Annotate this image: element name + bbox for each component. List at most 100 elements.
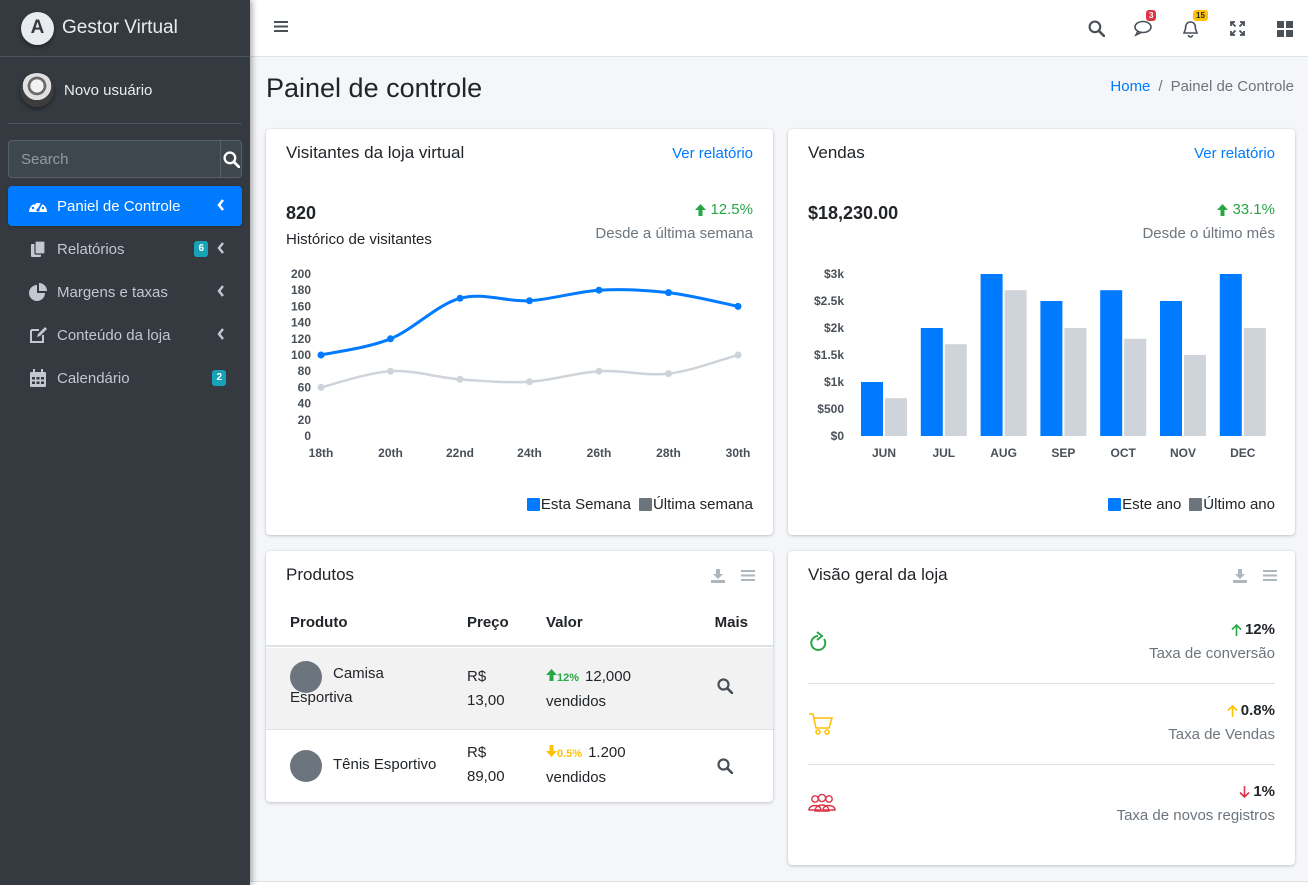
sidebar-item-label: Calendário — [57, 369, 130, 387]
top-navbar: 3 15 — [250, 0, 1308, 57]
value-change: 0.5% — [546, 745, 582, 760]
y-tick-label: $1k — [824, 375, 844, 389]
search-icon[interactable] — [717, 758, 734, 782]
product-price: R$ 13,00 — [467, 668, 505, 709]
visitors-card: Visitantes da loja virtual Ver relatório… — [266, 129, 773, 535]
x-tick-label: 26th — [587, 446, 612, 460]
x-tick-label: AUG — [990, 446, 1017, 460]
bar — [944, 344, 967, 436]
column-header: Mais — [714, 614, 748, 631]
x-tick-label: 30th — [726, 446, 751, 460]
fullscreen-icon[interactable] — [1214, 21, 1261, 36]
bar — [1219, 274, 1242, 436]
chevron-left-icon — [216, 198, 226, 216]
y-tick-label: 200 — [291, 267, 311, 281]
overview-row-registrations: 1% Taxa de novos registros — [808, 765, 1275, 846]
data-point — [595, 286, 603, 294]
y-tick-label: $2.5k — [814, 294, 844, 308]
overview-row-sales: 0.8% Taxa de Vendas — [808, 684, 1275, 765]
x-tick-label: SEP — [1051, 446, 1075, 460]
column-header: Valor — [546, 614, 583, 631]
product-name: Camisa Esportiva — [290, 665, 384, 706]
chart-legend: Esta Semana Última semana — [526, 496, 753, 513]
legend-swatch — [1108, 498, 1122, 511]
y-tick-label: 180 — [291, 283, 311, 297]
overview-label: Taxa de novos registros — [1116, 807, 1275, 824]
badge: 2 — [212, 370, 226, 386]
pct-text: 12% — [1244, 621, 1275, 638]
overview-pct: 12% — [1231, 621, 1275, 638]
search-icon[interactable] — [1073, 20, 1120, 37]
download-icon[interactable] — [1233, 569, 1247, 587]
bar — [1004, 290, 1027, 436]
overview-label: Taxa de Vendas — [1168, 726, 1275, 743]
download-icon[interactable] — [711, 569, 725, 587]
data-point — [456, 294, 464, 302]
brand-text: Gestor Virtual — [62, 17, 178, 38]
search-input[interactable] — [8, 140, 220, 178]
overview-label: Taxa de conversão — [1149, 645, 1275, 662]
search-button[interactable] — [220, 140, 242, 178]
legend-swatch — [638, 498, 652, 511]
bell-icon[interactable]: 15 — [1167, 9, 1214, 38]
messages-badge: 3 — [1146, 10, 1157, 21]
bar — [920, 328, 943, 436]
footer-edge — [250, 881, 1308, 885]
card-tools — [1233, 569, 1277, 587]
product-value: 12% 12,000 vendidos — [546, 665, 646, 714]
y-tick-label: 0 — [304, 429, 311, 443]
user-name[interactable]: Novo usuário — [64, 82, 152, 99]
value-change: 12% — [546, 669, 580, 684]
legend-label: Última semana — [652, 496, 753, 513]
sidebar-item-label: Conteúdo da loja — [57, 326, 171, 344]
y-tick-label: $1.5k — [814, 348, 844, 362]
bar — [980, 274, 1003, 436]
y-tick-label: 80 — [298, 364, 312, 378]
messages-icon[interactable]: 3 — [1120, 10, 1167, 37]
y-tick-label: 60 — [298, 380, 312, 394]
search-icon[interactable] — [717, 678, 734, 702]
grid-icon[interactable] — [1261, 20, 1308, 37]
notifications-badge: 15 — [1193, 9, 1208, 21]
y-tick-label: $0 — [831, 429, 845, 443]
card-tools — [711, 569, 755, 587]
x-tick-label: JUL — [932, 446, 955, 460]
overview-pct: 0.8% — [1227, 702, 1275, 719]
bar — [1184, 355, 1206, 436]
breadcrumb: Home / Painel de Controle — [1110, 78, 1294, 95]
data-point — [665, 370, 672, 378]
user-panel[interactable]: Novo usuário — [8, 57, 242, 124]
menu-toggle-icon[interactable] — [274, 20, 288, 37]
avatar — [20, 73, 54, 107]
y-tick-label: 20 — [298, 413, 312, 427]
brand-link[interactable]: A Gestor Virtual — [0, 0, 250, 57]
legend-label: Último ano — [1203, 496, 1275, 513]
sidebar-item-reports[interactable]: Relatórios 6 — [8, 229, 242, 269]
chevron-left-icon — [216, 327, 226, 345]
breadcrumb-home[interactable]: Home — [1110, 78, 1150, 95]
sidebar-item-margins[interactable]: Margens e taxas — [8, 272, 242, 312]
chevron-left-icon — [216, 284, 226, 302]
menu-icon[interactable] — [741, 569, 755, 587]
chart-legend: Este ano Último ano — [1108, 496, 1275, 513]
sidebar-item-calendar[interactable]: Calendário 2 — [8, 358, 242, 398]
cart-icon — [808, 712, 834, 740]
brand-logo: A — [21, 11, 54, 45]
y-tick-label: 120 — [291, 332, 311, 346]
sidebar-item-store-content[interactable]: Conteúdo da loja — [8, 315, 242, 355]
pct-text: 0.8% — [1240, 702, 1275, 719]
menu-icon[interactable] — [1263, 569, 1277, 587]
sidebar-item-dashboard[interactable]: Paniel de Controle — [8, 186, 242, 226]
sidebar: A Gestor Virtual Novo usuário Paniel de … — [0, 0, 250, 885]
x-tick-label: 20th — [378, 446, 403, 460]
product-value: 0.5% 1.200 vendidos — [546, 741, 646, 790]
x-tick-label: NOV — [1170, 446, 1196, 460]
legend-swatch — [526, 498, 540, 511]
refresh-icon — [808, 631, 828, 657]
bar — [1124, 338, 1147, 436]
table-row[interactable]: Camisa Esportiva R$ 13,00 12% 12,000 vend… — [266, 648, 773, 730]
data-point — [526, 378, 533, 386]
change-text: 12% — [557, 672, 580, 684]
table-row[interactable]: Tênis Esportivo R$ 89,00 0.5% 1.200 vendi… — [266, 730, 773, 802]
x-tick-label: 28th — [656, 446, 681, 460]
